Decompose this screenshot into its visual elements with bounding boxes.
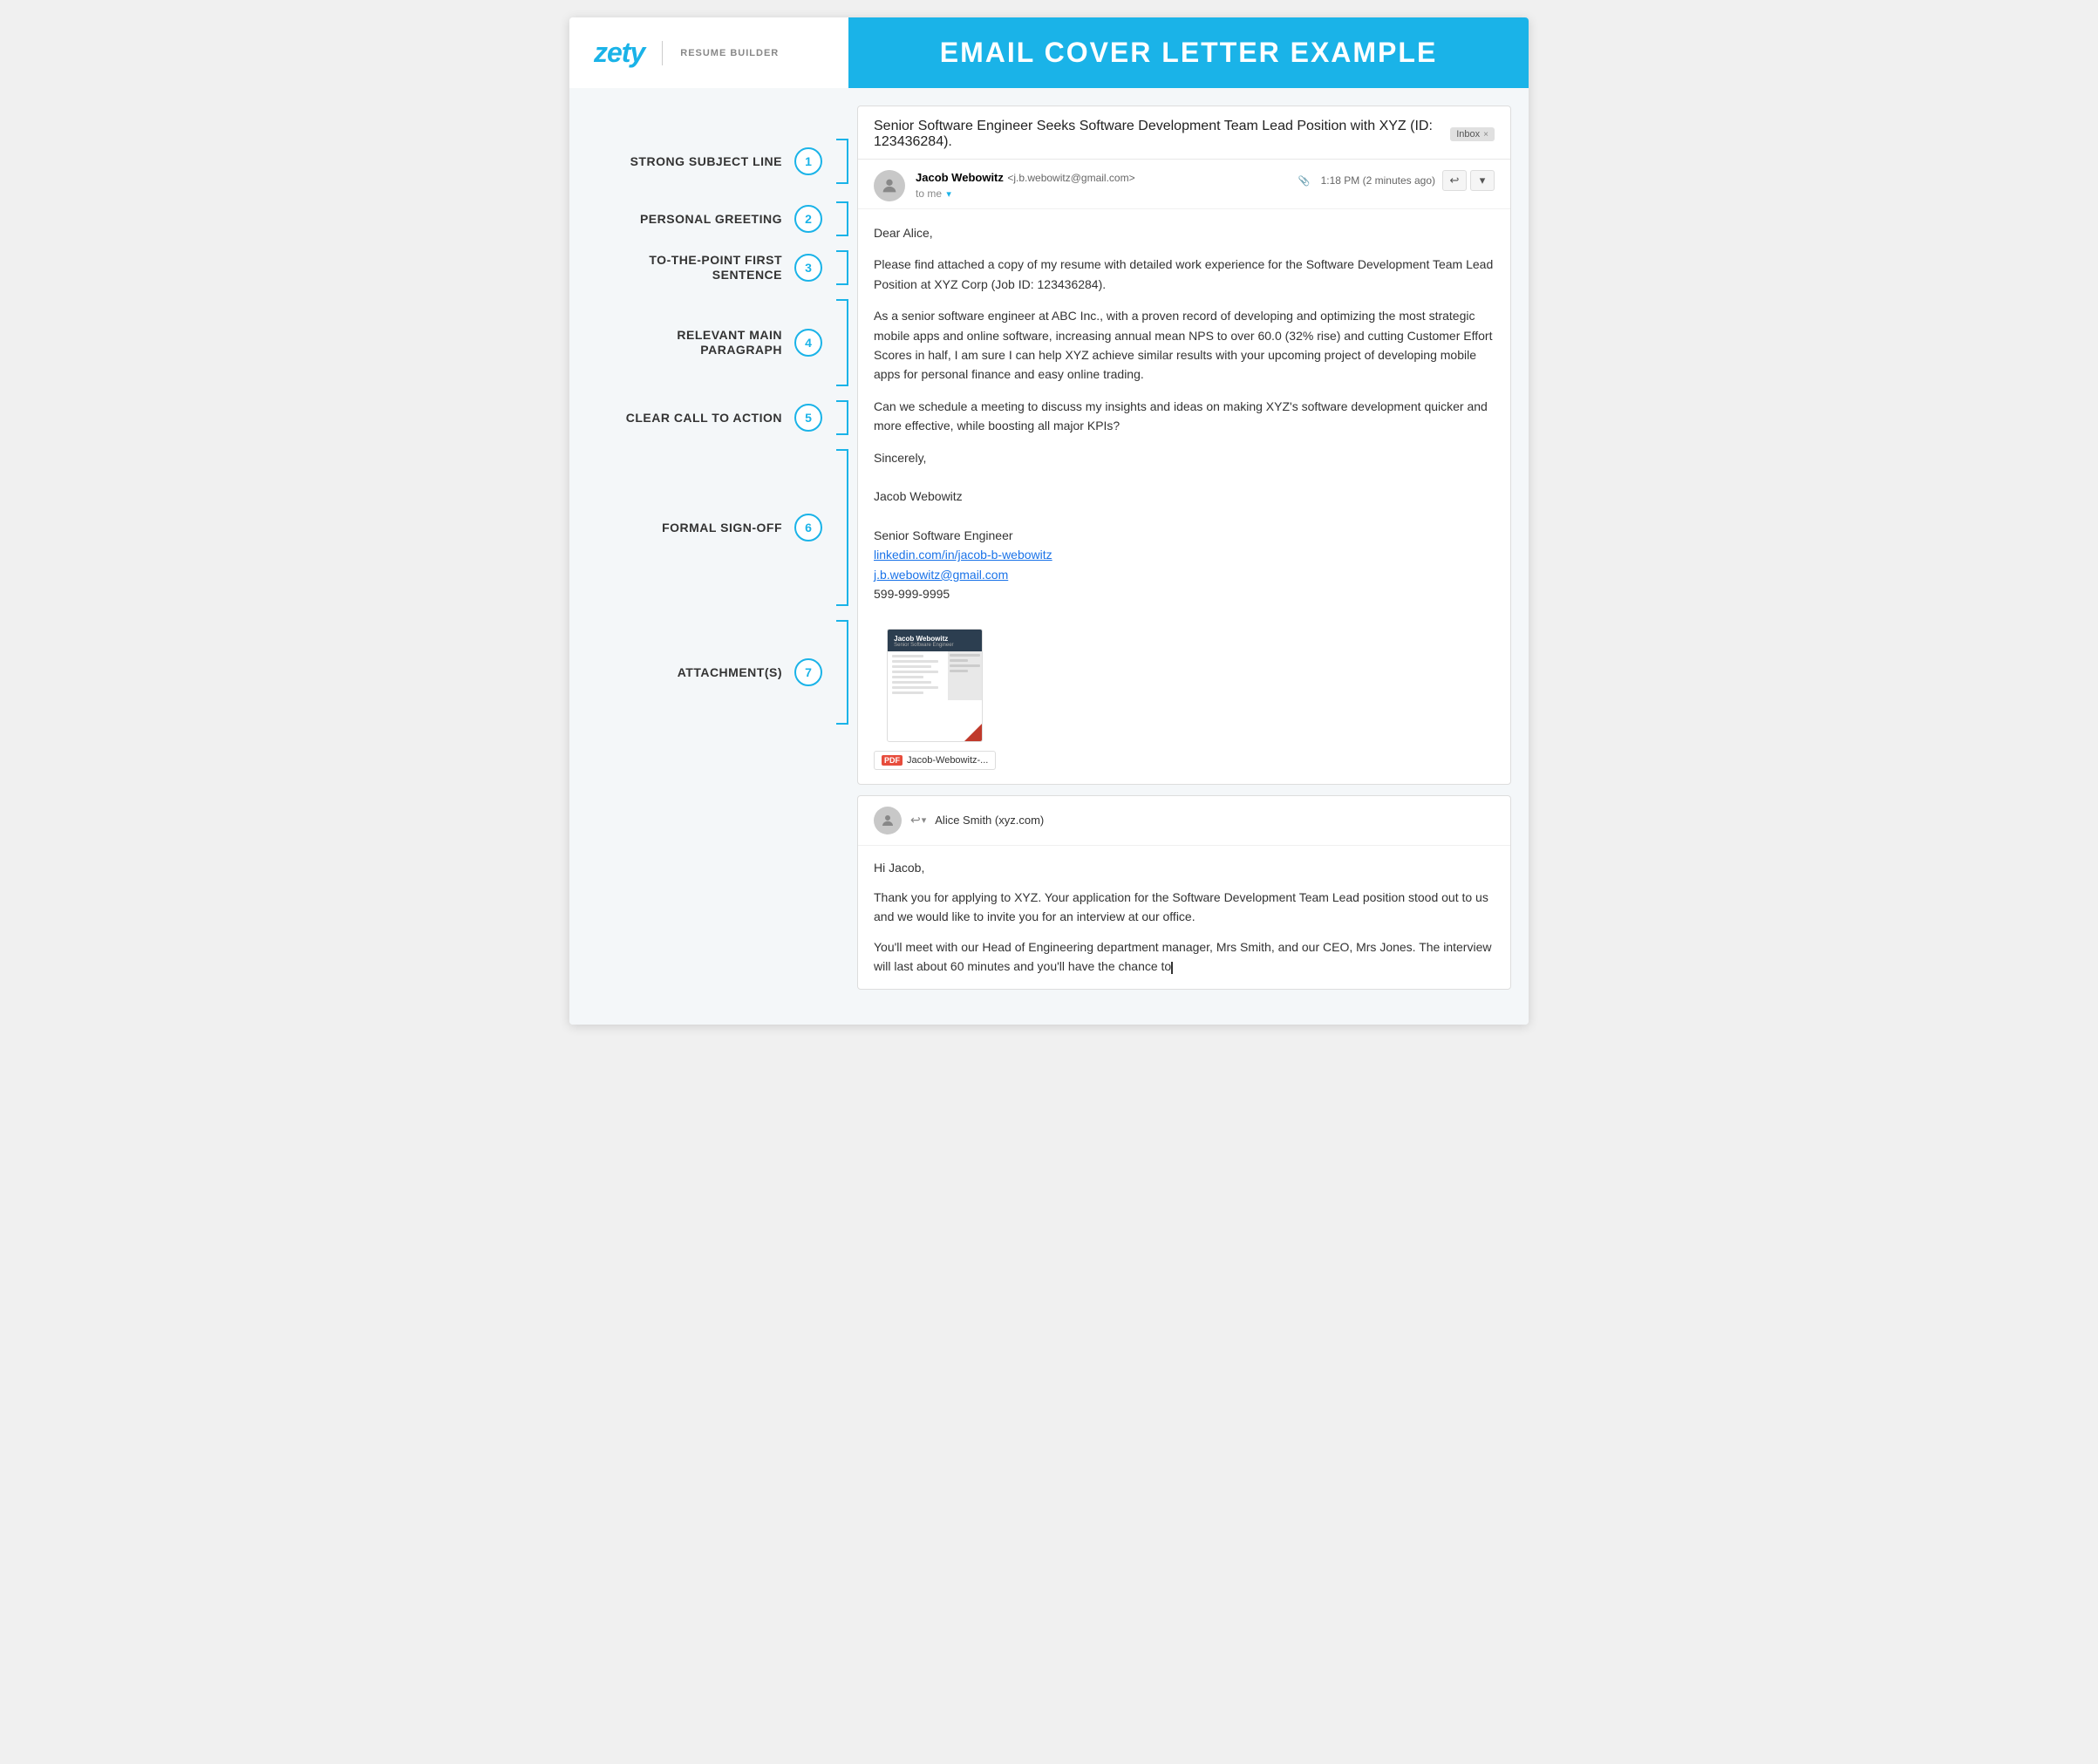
- sender-avatar: [874, 170, 905, 201]
- page-title: EMAIL COVER LETTER EXAMPLE: [940, 37, 1438, 69]
- email-from-name: Jacob Webowitz <j.b.webowitz@gmail.com>: [916, 170, 1288, 186]
- sidebar-badge-7: 7: [794, 658, 822, 686]
- sidebar-bracket-2: [836, 201, 848, 236]
- reply-avatar: [874, 807, 902, 834]
- resume-thumb-right: [948, 651, 982, 700]
- sidebar-bracket-5: [836, 400, 848, 435]
- text-cursor: [1171, 962, 1173, 974]
- reply-email: ↩ ▾ Alice Smith (xyz.com) Hi Jacob, Than…: [857, 795, 1511, 990]
- reply-from-name: Alice Smith (xyz.com): [935, 814, 1044, 827]
- email-paragraph2: As a senior software engineer at ABC Inc…: [874, 306, 1495, 385]
- linkedin-link[interactable]: linkedin.com/in/jacob-b-webowitz: [874, 548, 1052, 562]
- email-panel: Senior Software Engineer Seeks Software …: [848, 106, 1529, 1007]
- email-closing: Sincerely, Jacob Webowitz Senior Softwar…: [874, 448, 1495, 604]
- reply-paragraph2: You'll meet with our Head of Engineering…: [874, 937, 1495, 977]
- sidebar-item-1: STRONG SUBJECT LINE 1: [569, 114, 848, 193]
- attachment-icon: 📎: [1298, 175, 1311, 187]
- resume-thumb-name: Jacob Webowitz: [894, 635, 976, 643]
- sidebar-bracket-3: [836, 250, 848, 285]
- email-subject: Senior Software Engineer Seeks Software …: [874, 119, 1441, 150]
- resume-thumb-body: [888, 651, 948, 700]
- sidebar-item-4: RELEVANT MAIN PARAGRAPH 4: [569, 292, 848, 393]
- sidebar-item-5: CLEAR CALL TO ACTION 5: [569, 393, 848, 442]
- email-from-block: Jacob Webowitz <j.b.webowitz@gmail.com> …: [916, 170, 1288, 200]
- sidebar-badge-5: 5: [794, 404, 822, 432]
- resume-thumb-title: Senior Software Engineer: [894, 643, 976, 648]
- inbox-close-icon[interactable]: ×: [1483, 130, 1488, 140]
- sidebar-item-6: FORMAL SIGN-OFF 6: [569, 442, 848, 613]
- email-greeting: Dear Alice,: [874, 223, 1495, 242]
- email-to-me: to me ▾: [916, 187, 1288, 200]
- sidebar-bracket-7: [836, 620, 848, 725]
- chevron-down-icon-reply[interactable]: ▾: [922, 814, 927, 826]
- email-timestamp: 1:18 PM (2 minutes ago): [1321, 174, 1435, 187]
- pdf-attachment-badge[interactable]: PDF Jacob-Webowitz-...: [874, 751, 996, 770]
- sidebar-label-2: PERSONAL GREETING: [640, 212, 782, 227]
- reply-header: ↩ ▾ Alice Smith (xyz.com): [858, 796, 1510, 846]
- sidebar-badge-6: 6: [794, 514, 822, 541]
- attachment-section: Jacob Webowitz Senior Software Engineer: [858, 620, 1510, 784]
- more-options-button[interactable]: ▾: [1470, 170, 1495, 191]
- main-content: STRONG SUBJECT LINE 1 PERSONAL GREETING …: [569, 88, 1529, 1025]
- resume-thumbnail[interactable]: Jacob Webowitz Senior Software Engineer: [887, 629, 983, 742]
- reply-button[interactable]: ↩: [1442, 170, 1467, 191]
- email-paragraph3: Can we schedule a meeting to discuss my …: [874, 397, 1495, 436]
- reply-greeting: Hi Jacob,: [874, 858, 1495, 877]
- sidebar-label-4: RELEVANT MAIN PARAGRAPH: [608, 328, 782, 358]
- sidebar-label-6: FORMAL SIGN-OFF: [662, 521, 782, 535]
- reply-arrows-icon: ↩ ▾: [910, 813, 926, 828]
- sidebar-badge-3: 3: [794, 254, 822, 282]
- sidebar-label-3: TO-THE-POINT FIRST SENTENCE: [608, 253, 782, 283]
- logo-subtitle: RESUME BUILDER: [680, 48, 779, 58]
- sidebar-label-1: STRONG SUBJECT LINE: [630, 154, 782, 169]
- header: zety RESUME BUILDER EMAIL COVER LETTER E…: [569, 17, 1529, 88]
- sidebar-item-7: ATTACHMENT(S) 7: [569, 613, 848, 749]
- email-subject-bar: Senior Software Engineer Seeks Software …: [858, 106, 1510, 160]
- email-link[interactable]: j.b.webowitz@gmail.com: [874, 568, 1008, 582]
- sidebar-item-2: PERSONAL GREETING 2: [569, 193, 848, 243]
- main-container: zety RESUME BUILDER EMAIL COVER LETTER E…: [569, 17, 1529, 1025]
- reply-paragraph1: Thank you for applying to XYZ. Your appl…: [874, 888, 1495, 927]
- sidebar-badge-1: 1: [794, 147, 822, 175]
- logo-divider: [662, 41, 663, 65]
- email-from-row: Jacob Webowitz <j.b.webowitz@gmail.com> …: [858, 160, 1510, 209]
- chevron-down-icon[interactable]: ▾: [946, 189, 951, 200]
- inbox-badge: Inbox ×: [1450, 127, 1495, 141]
- person-icon: [880, 176, 899, 195]
- email-paragraph1: Please find attached a copy of my resume…: [874, 255, 1495, 294]
- logo-zety: zety: [594, 37, 644, 69]
- logo-section: zety RESUME BUILDER: [569, 17, 848, 88]
- reply-body: Hi Jacob, Thank you for applying to XYZ.…: [858, 846, 1510, 989]
- sidebar-bracket-6: [836, 449, 848, 606]
- pdf-corner-fold: [964, 724, 982, 741]
- header-title-bar: EMAIL COVER LETTER EXAMPLE: [848, 17, 1529, 88]
- attachment-filename: Jacob-Webowitz-...: [907, 755, 988, 766]
- email-time-block: 📎 1:18 PM (2 minutes ago) ↩ ▾: [1298, 170, 1495, 191]
- sidebar-label-7: ATTACHMENT(S): [678, 665, 782, 680]
- sidebar-bracket-1: [836, 139, 848, 184]
- sidebar-badge-2: 2: [794, 205, 822, 233]
- pdf-icon: PDF: [882, 755, 903, 766]
- resume-thumb-header: Jacob Webowitz Senior Software Engineer: [888, 630, 982, 651]
- sidebar-label-5: CLEAR CALL TO ACTION: [626, 411, 782, 426]
- sidebar-bracket-4: [836, 299, 848, 386]
- sidebar-badge-4: 4: [794, 329, 822, 357]
- email-action-buttons: ↩ ▾: [1442, 170, 1495, 191]
- sidebar-item-3: TO-THE-POINT FIRST SENTENCE 3: [569, 243, 848, 292]
- sidebar: STRONG SUBJECT LINE 1 PERSONAL GREETING …: [569, 106, 848, 1007]
- reply-person-icon: [880, 813, 896, 828]
- email-main: Senior Software Engineer Seeks Software …: [857, 106, 1511, 785]
- email-body: Dear Alice, Please find attached a copy …: [858, 209, 1510, 620]
